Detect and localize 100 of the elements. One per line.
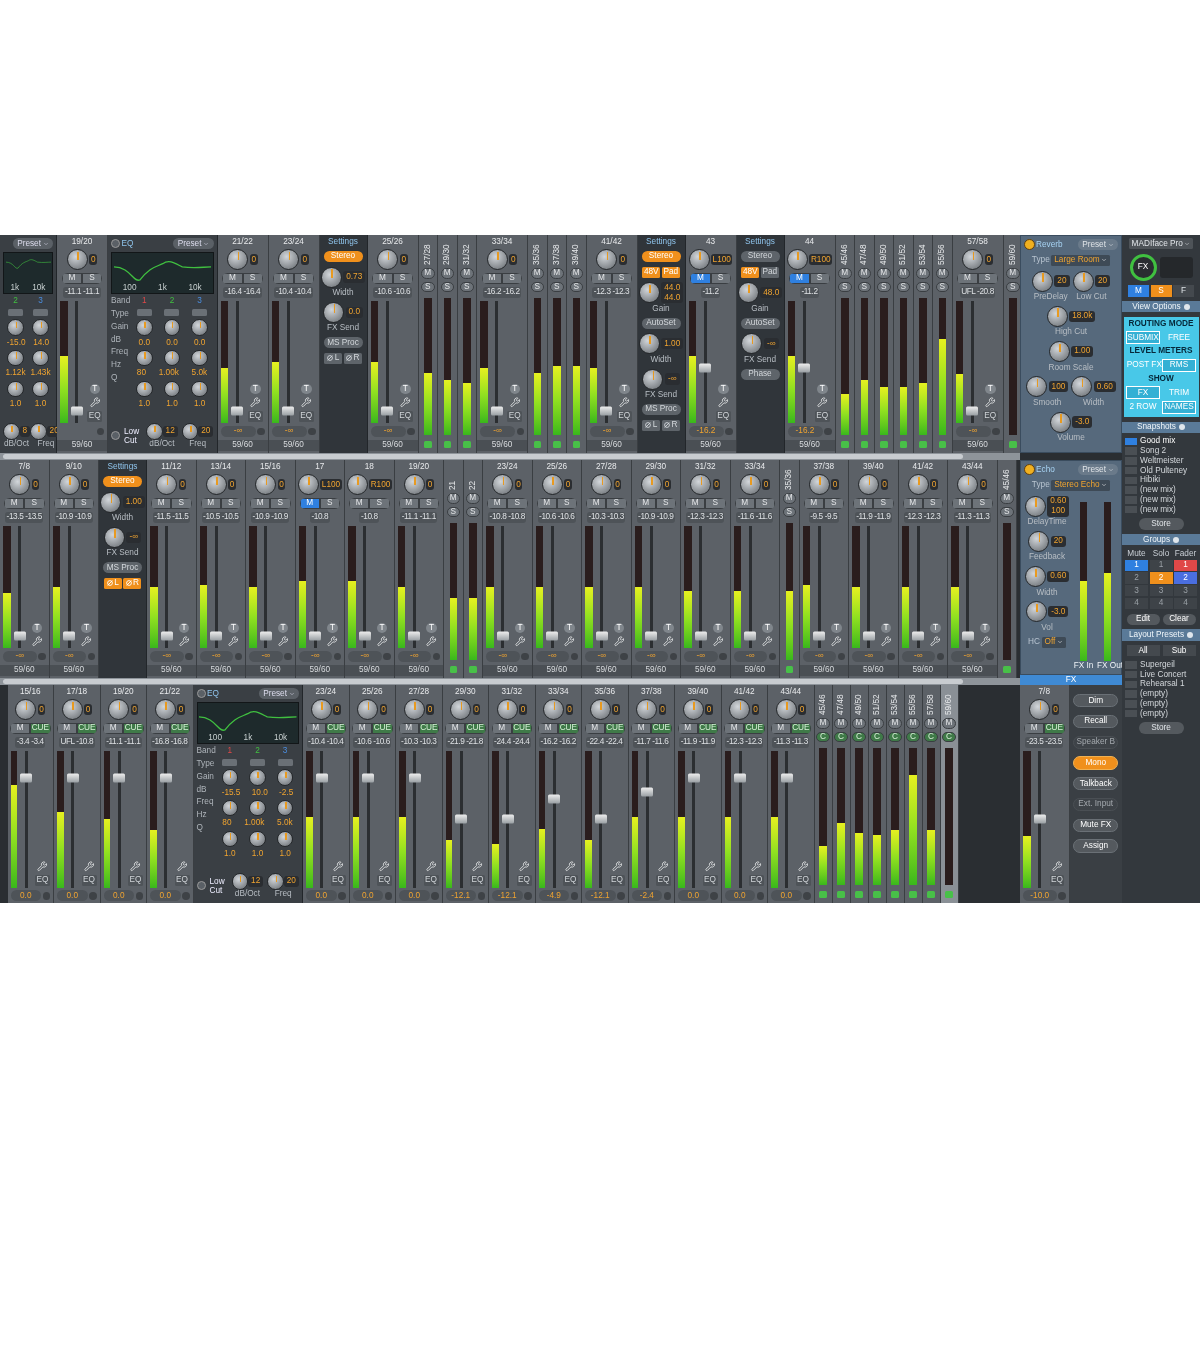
mute-button[interactable]: M [591, 273, 612, 284]
snapshot-item[interactable]: (new mix) [1125, 486, 1197, 495]
collapse-icon[interactable] [1187, 631, 1193, 638]
cue-button[interactable]: C [888, 731, 902, 742]
fader-thumb[interactable] [490, 406, 503, 416]
knob[interactable] [15, 699, 37, 721]
mute-button[interactable]: M [200, 498, 221, 509]
polarity-invert-button[interactable]: L [642, 419, 661, 431]
mute-button[interactable]: M [677, 723, 698, 734]
mute-button[interactable]: M [888, 718, 902, 729]
eq-button[interactable]: EQ [247, 410, 263, 422]
knob[interactable] [1026, 376, 1048, 398]
t-button[interactable]: T [250, 383, 261, 394]
knob[interactable] [907, 474, 929, 496]
eq-button[interactable]: EQ [656, 874, 671, 886]
fader-thumb[interactable] [546, 631, 558, 641]
eq-button[interactable]: EQ [330, 874, 346, 886]
solo-button[interactable]: S [270, 498, 291, 509]
snapshot-item[interactable]: (new mix) [1125, 495, 1197, 504]
mute-button[interactable]: M [635, 498, 656, 509]
device-selector[interactable]: MADIface Pro [1128, 238, 1194, 250]
mute-button[interactable]: M [530, 268, 544, 279]
wrench-icon[interactable] [751, 861, 762, 872]
knob[interactable] [591, 474, 613, 496]
solo-button[interactable]: S [556, 498, 577, 509]
knob[interactable] [231, 873, 249, 890]
mute-button[interactable]: M [916, 268, 930, 279]
wrench-icon[interactable] [31, 636, 43, 647]
mute-button[interactable]: M [896, 268, 910, 279]
mute-button[interactable]: M [870, 718, 884, 729]
polarity-invert-button[interactable]: L [324, 352, 343, 364]
solo-button[interactable]: S [972, 498, 993, 509]
cue-button[interactable]: CUE [76, 723, 97, 734]
t-button[interactable]: T [426, 622, 437, 634]
fader-thumb[interactable] [455, 814, 468, 824]
knob[interactable] [596, 249, 618, 271]
fader-thumb[interactable] [63, 631, 75, 641]
group-button[interactable]: 3 [1149, 585, 1173, 597]
solo-button[interactable]: S [530, 281, 544, 292]
knob[interactable] [346, 474, 368, 496]
knob[interactable] [163, 349, 181, 367]
eq-button[interactable]: EQ [174, 874, 190, 886]
mute-button[interactable]: M [906, 718, 920, 729]
fader-thumb[interactable] [548, 794, 561, 804]
solo-button[interactable]: S [418, 498, 439, 509]
knob[interactable] [450, 699, 472, 721]
mute-button[interactable]: M [803, 498, 824, 509]
mute-button[interactable]: M [250, 498, 271, 509]
edit-button[interactable]: Edit [1126, 613, 1160, 625]
select-field[interactable]: Stereo Echo [1051, 479, 1111, 491]
knob[interactable] [32, 349, 49, 367]
mute-button[interactable]: M [942, 718, 956, 729]
group-button[interactable]: 2 [1149, 572, 1173, 584]
panel-button[interactable]: AutoSet [740, 317, 780, 329]
fader-thumb[interactable] [20, 773, 33, 783]
snapshot-name[interactable]: Hibiki [1140, 476, 1161, 485]
knob[interactable] [310, 699, 332, 721]
t-button[interactable]: T [81, 622, 92, 634]
solo-button[interactable]: S [369, 498, 390, 509]
store-button[interactable]: Store [1138, 518, 1184, 530]
eq-button[interactable]: EQ [715, 410, 731, 422]
wrench-icon[interactable] [817, 397, 828, 408]
fader-thumb[interactable] [862, 631, 875, 641]
group-button[interactable]: 4 [1125, 597, 1148, 609]
fader-thumb[interactable] [70, 406, 83, 416]
knob[interactable] [249, 830, 266, 847]
mute-button[interactable]: M [481, 273, 502, 284]
fader-thumb[interactable] [160, 631, 173, 641]
mute-button[interactable]: M [421, 268, 435, 279]
knob[interactable] [808, 474, 830, 496]
power-icon[interactable] [1024, 464, 1035, 475]
knob[interactable] [962, 249, 984, 271]
monitor-button[interactable]: Assign [1073, 839, 1119, 853]
solo-button[interactable]: S [977, 273, 998, 284]
fader-thumb[interactable] [600, 406, 612, 416]
solo-button[interactable]: S [809, 273, 830, 284]
group-button[interactable]: 1 [1174, 559, 1197, 571]
cue-button[interactable]: C [852, 731, 866, 742]
mute-button[interactable]: M [151, 498, 172, 509]
solo-button[interactable]: S [922, 498, 943, 509]
group-button[interactable]: 4 [1149, 597, 1173, 609]
knob[interactable] [1072, 270, 1094, 292]
mute-button[interactable]: M [536, 498, 557, 509]
eq-button[interactable]: EQ [298, 410, 314, 422]
solo-button[interactable]: S [502, 273, 523, 284]
knob[interactable] [108, 699, 130, 721]
fader-thumb[interactable] [645, 631, 657, 641]
mute-button[interactable]: M [853, 498, 874, 509]
mute-button[interactable]: M [491, 723, 512, 734]
mute-button[interactable]: M [957, 273, 978, 284]
solo-button[interactable]: S [82, 273, 103, 284]
t-button[interactable]: T [880, 622, 892, 634]
option-button[interactable]: RMS [1161, 358, 1197, 372]
knob[interactable] [9, 474, 31, 496]
mute-button[interactable]: M [349, 498, 370, 509]
t-button[interactable]: T [930, 622, 941, 634]
layout-tab[interactable]: All [1126, 645, 1160, 657]
solo-button[interactable]: S [507, 498, 528, 509]
option-button[interactable]: FX [1125, 386, 1161, 400]
knob[interactable] [136, 319, 153, 336]
